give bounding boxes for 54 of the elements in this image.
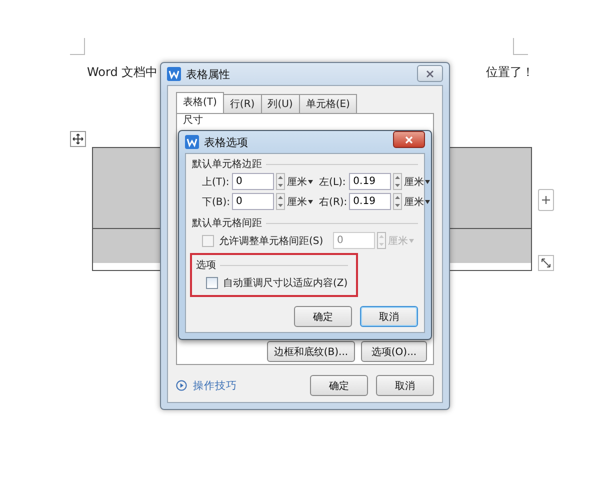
document-text: Word 文档中 (87, 64, 158, 81)
tab[interactable]: 单元格(E) (298, 94, 357, 114)
plus-icon[interactable] (542, 196, 550, 204)
checkbox-label: 允许调整单元格间距(S) (219, 234, 324, 248)
page-corner-mark (513, 38, 528, 55)
margin-field[interactable]: 0.19 (349, 173, 392, 190)
spinner-icon[interactable] (276, 173, 286, 190)
unit-dropdown[interactable]: 厘米 (404, 174, 424, 188)
move-handle-icon[interactable] (70, 131, 86, 147)
close-button[interactable] (417, 65, 443, 82)
section-heading: 选项 (196, 258, 348, 272)
app-logo-icon (185, 135, 199, 149)
field-label: 下(B): (202, 196, 230, 208)
tab[interactable]: 表格(T) (176, 92, 224, 114)
caret-icon[interactable] (308, 200, 314, 204)
tips-link[interactable]: 操作技巧 (193, 378, 237, 392)
field-label: 右(R): (319, 196, 348, 208)
checkbox[interactable] (206, 277, 218, 289)
section-heading: 默认单元格间距 (192, 216, 418, 230)
unit-dropdown[interactable]: 厘米 (287, 174, 308, 188)
spinner-icon[interactable] (393, 193, 402, 210)
window-title: 表格选项 (204, 134, 248, 150)
options-button[interactable]: 选项(O)... (361, 341, 427, 362)
field-label: 左(L): (319, 176, 347, 188)
document-text: 位置了！ (486, 64, 534, 81)
borders-button[interactable]: 边框和底纹(B)... (267, 341, 355, 362)
checkbox-label: 自动重调尺寸以适应内容(Z) (223, 276, 348, 290)
add-row-button[interactable] (538, 189, 554, 211)
spinner-icon[interactable] (276, 193, 286, 210)
cancel-button[interactable]: 取消 (360, 306, 418, 327)
section-heading: 默认单元格边距 (192, 157, 418, 171)
tab[interactable]: 行(R) (222, 94, 262, 114)
margin-field[interactable]: 0.19 (349, 193, 392, 210)
caret-icon[interactable] (425, 200, 430, 204)
margin-field[interactable]: 0 (232, 193, 274, 210)
resize-handle-icon[interactable] (538, 255, 554, 271)
caret-icon[interactable] (308, 180, 314, 184)
section-label: 尺寸 (183, 115, 203, 126)
ok-button[interactable]: 确定 (310, 375, 368, 396)
close-button[interactable] (393, 131, 425, 148)
margin-field[interactable]: 0 (232, 173, 274, 190)
tab[interactable]: 列(U) (260, 94, 300, 114)
spinner-icon[interactable] (393, 173, 402, 190)
field-label: 上(T): (202, 176, 230, 188)
unit-dropdown[interactable]: 厘米 (287, 194, 308, 208)
ok-button[interactable]: 确定 (294, 306, 352, 327)
play-icon (176, 380, 187, 391)
unit-dropdown[interactable]: 厘米 (404, 194, 424, 208)
app-logo-icon (167, 67, 181, 81)
close-icon[interactable] (426, 70, 434, 78)
cancel-button[interactable]: 取消 (376, 375, 434, 396)
window-title: 表格属性 (186, 66, 230, 82)
caret-icon[interactable] (425, 180, 430, 184)
page-corner-mark (70, 38, 85, 55)
